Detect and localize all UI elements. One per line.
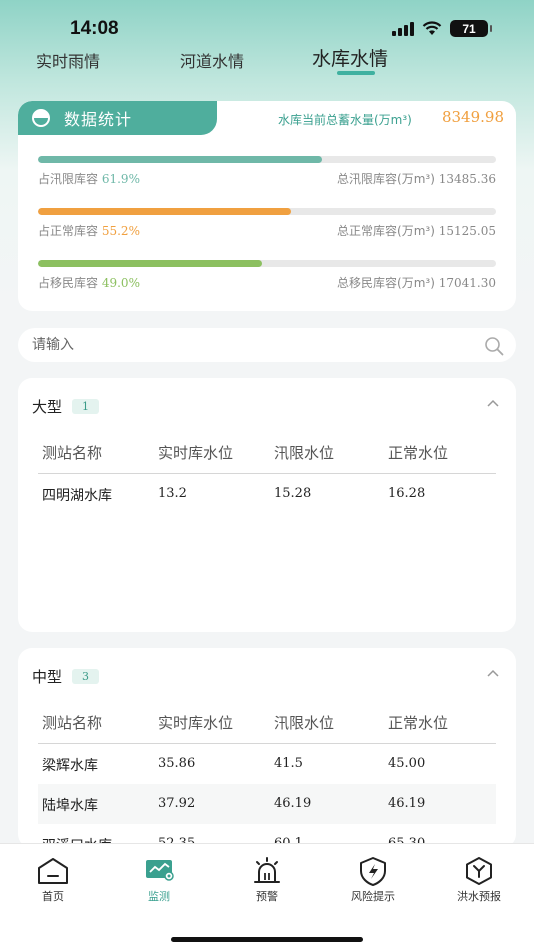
flood-forecast-icon: [466, 857, 492, 885]
nav-label: 洪水预报: [457, 890, 501, 903]
progress-fill: [38, 260, 263, 267]
card-header[interactable]: 中型 3: [32, 666, 100, 687]
nav-label: 预警: [256, 890, 278, 903]
chevron-up-icon[interactable]: [486, 668, 500, 678]
status-time: 14:08: [70, 18, 119, 39]
flood-limit-level: 15.28: [274, 486, 312, 501]
home-indicator: [171, 937, 363, 942]
station-name: 陆埠水库: [42, 798, 98, 814]
tab-river-water[interactable]: 河道水情: [180, 48, 244, 72]
data-statistics-card: 数据统计 水库当前总蓄水量(万m³) 8349.98 占汛限库容 61.9% 总…: [18, 101, 516, 311]
tab-reservoir-water[interactable]: 水库水情: [312, 44, 388, 71]
alarm-icon: [254, 857, 280, 883]
bar-percent: 55.2%: [101, 224, 140, 238]
column-header: 汛限水位: [274, 714, 335, 732]
count-badge: 3: [72, 669, 100, 684]
column-header: 汛限水位: [274, 444, 335, 462]
table-row[interactable]: 陆埠水库 37.92 46.19 46.19: [38, 784, 496, 824]
table-header: 测站名称 实时库水位 汛限水位 正常水位: [38, 438, 496, 474]
table-row[interactable]: 四明湖水库 13.2 15.28 16.28: [38, 474, 496, 514]
station-name: 梁辉水库: [42, 758, 98, 774]
column-header: 测站名称: [42, 714, 103, 732]
home-icon: [38, 858, 68, 884]
realtime-level: 37.92: [158, 796, 196, 811]
normal-capacity-row: 占正常库容 55.2% 总正常库容(万m³) 15125.05: [38, 208, 496, 238]
search-input[interactable]: [32, 328, 472, 362]
column-header: 正常水位: [388, 444, 449, 462]
nav-home[interactable]: 首页: [8, 856, 98, 904]
large-reservoir-card: 大型 1 测站名称 实时库水位 汛限水位 正常水位 四明湖水库 13.2 15.…: [18, 378, 516, 632]
column-header: 正常水位: [388, 714, 449, 732]
normal-level: 16.28: [388, 486, 426, 501]
progress-fill: [38, 156, 322, 163]
flood-limit-level: 41.5: [274, 756, 303, 771]
bar-label: 占移民库容: [38, 276, 99, 290]
progress-fill: [38, 208, 291, 215]
progress-track: [38, 156, 496, 163]
card-header[interactable]: 大型 1: [32, 396, 100, 417]
wifi-icon: [422, 21, 442, 35]
total-storage-value: 8349.98: [441, 108, 504, 126]
group-title: 中型: [32, 668, 63, 686]
progress-track: [38, 260, 496, 267]
bar-label: 占汛限库容: [38, 172, 99, 186]
nav-risk[interactable]: 风险提示: [328, 856, 418, 904]
medium-reservoir-card: 中型 3 测站名称 实时库水位 汛限水位 正常水位 梁辉水库 35.86 41.…: [18, 648, 516, 848]
search-bar: [18, 328, 516, 362]
tab-rainfall[interactable]: 实时雨情: [36, 48, 100, 72]
flood-limit-level: 46.19: [274, 796, 312, 811]
nav-alarm[interactable]: 预警: [222, 856, 312, 904]
nav-label: 首页: [42, 890, 64, 903]
resettlement-capacity-row: 占移民库容 49.0% 总移民库容(万m³) 17041.30: [38, 260, 496, 290]
table-header: 测站名称 实时库水位 汛限水位 正常水位: [38, 708, 496, 744]
table-row[interactable]: 梁辉水库 35.86 41.5 45.00: [38, 744, 496, 784]
progress-track: [38, 208, 496, 215]
half-circle-icon: [32, 109, 50, 127]
battery-icon: 71: [450, 20, 492, 37]
bar-total-value: 13485.36: [438, 172, 496, 186]
risk-shield-icon: [360, 857, 386, 886]
chevron-up-icon[interactable]: [486, 398, 500, 408]
stats-title: 数据统计: [64, 110, 133, 129]
bar-total-value: 15125.05: [438, 224, 496, 238]
station-name: 四明湖水库: [42, 488, 112, 504]
status-bar: 14:08 71: [0, 0, 534, 44]
top-tabs: 实时雨情 河道水情 水库水情: [0, 44, 534, 80]
bar-percent: 61.9%: [101, 172, 140, 186]
nav-label: 监测: [148, 890, 170, 903]
total-storage-label: 水库当前总蓄水量(万m³): [278, 113, 412, 127]
bar-percent: 49.0%: [101, 276, 140, 290]
nav-label: 风险提示: [351, 890, 395, 903]
cellular-signal-icon: [392, 21, 414, 36]
bar-total-label: 总正常库容(万m³): [337, 224, 435, 238]
nav-monitor[interactable]: 监测: [114, 856, 204, 904]
tab-active-indicator: [337, 71, 375, 75]
bar-label: 占正常库容: [38, 224, 99, 238]
column-header: 测站名称: [42, 444, 103, 462]
count-badge: 1: [72, 399, 100, 414]
realtime-level: 35.86: [158, 756, 196, 771]
group-title: 大型: [32, 398, 63, 416]
bar-total-label: 总移民库容(万m³): [337, 276, 435, 290]
stats-header: 数据统计: [18, 101, 217, 135]
status-icons: 71: [392, 20, 492, 37]
nav-flood-forecast[interactable]: 洪水预报: [434, 856, 524, 904]
bar-total-value: 17041.30: [438, 276, 496, 290]
bottom-nav: 首页 监测 预警 风险提示 洪水预报: [0, 843, 534, 950]
column-header: 实时库水位: [158, 444, 234, 462]
normal-level: 45.00: [388, 756, 426, 771]
realtime-level: 13.2: [158, 486, 187, 501]
monitor-icon: [146, 860, 174, 881]
normal-level: 46.19: [388, 796, 426, 811]
search-icon[interactable]: [484, 336, 504, 356]
column-header: 实时库水位: [158, 714, 234, 732]
bar-total-label: 总汛限库容(万m³): [337, 172, 435, 186]
flood-limit-capacity-row: 占汛限库容 61.9% 总汛限库容(万m³) 13485.36: [38, 156, 496, 186]
